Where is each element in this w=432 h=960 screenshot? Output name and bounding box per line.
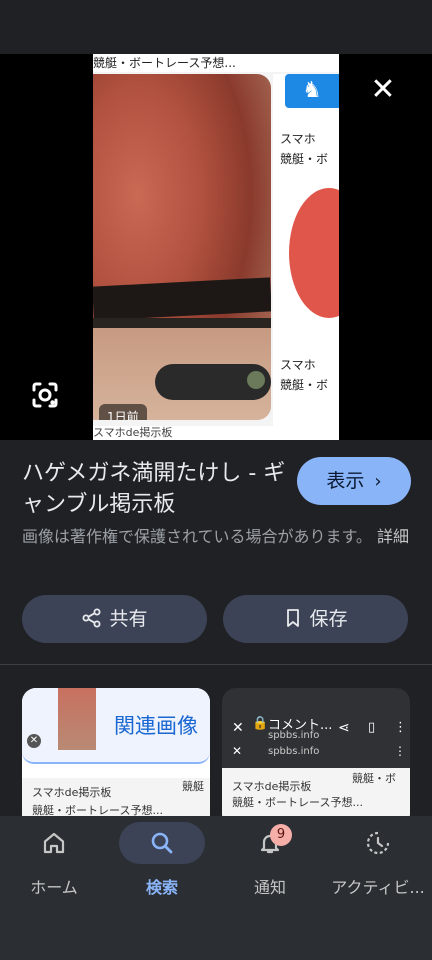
related-card-caption: スマホde掲示板	[232, 780, 312, 793]
close-icon[interactable]: ✕	[366, 74, 400, 108]
result-title[interactable]: ハゲメガネ満開たけし - ギャンブル掲示板	[22, 458, 292, 520]
nav-home[interactable]: ホーム	[0, 818, 108, 898]
time-chip: 1日前	[99, 404, 147, 420]
side-text: スマホ	[280, 132, 316, 146]
preview-photo: 1日前	[93, 74, 271, 420]
save-button[interactable]: 保存	[223, 595, 408, 643]
horse-icon: ♞	[285, 74, 339, 108]
nav-search-label: 検索	[145, 878, 178, 897]
show-button-label: 表示	[326, 470, 365, 492]
related-card-side: 競艇・ボ	[352, 772, 396, 785]
bookmark-icon	[287, 609, 300, 627]
share-label: 共有	[109, 608, 148, 630]
lock-icon: 🔒	[252, 716, 269, 731]
copyright-text: 画像は著作権で保護されている場合があります。	[22, 527, 372, 546]
related-card-caption: 競艇・ボートレース予想...	[232, 796, 363, 809]
show-button[interactable]: 表示 ›	[297, 457, 411, 505]
share-button[interactable]: 共有	[22, 595, 207, 643]
close-icon: ✕	[232, 744, 243, 758]
preview-footer-text: スマホde掲示板	[93, 426, 339, 440]
close-icon[interactable]: ✕	[27, 734, 41, 748]
related-card-side: 競艇	[182, 780, 204, 793]
status-bar-area	[0, 0, 432, 54]
related-card-banner: ✕ 関連画像	[22, 688, 210, 764]
preview-header-text: 競艇・ボートレース予想...	[93, 54, 339, 72]
activity-icon	[335, 822, 421, 864]
share-icon	[82, 608, 101, 628]
copyright-notice: 画像は著作権で保護されている場合があります。 詳細	[22, 524, 418, 550]
preview-shadow	[93, 277, 271, 321]
card-page-url: spbbs.info	[268, 730, 320, 741]
divider	[0, 664, 432, 665]
details-link[interactable]: 詳細	[377, 527, 409, 546]
more-icon: ⋮	[394, 744, 406, 758]
share-icon: ⋖	[338, 720, 350, 736]
related-card-caption: スマホde掲示板	[32, 786, 112, 799]
related-card[interactable]: ✕ 関連画像 スマホde掲示板 競艇・ボートレース予想... 競艇	[22, 688, 210, 828]
home-icon	[11, 822, 97, 864]
related-images-label: 関連画像	[114, 714, 198, 738]
related-card-thumb	[58, 688, 96, 750]
preview-device	[155, 364, 271, 400]
chevron-right-icon: ›	[374, 471, 382, 492]
related-card[interactable]: ✕ 🔒 コメント... spbbs.info ⋖ ▯ ⋮ ✕ spbbs.inf…	[222, 688, 410, 828]
nav-notifications-label: 通知	[253, 878, 286, 897]
more-icon: ⋮	[394, 720, 407, 735]
side-text: 競艇・ボ	[280, 152, 329, 166]
save-label: 保存	[309, 608, 348, 630]
notification-badge: 9	[270, 824, 292, 846]
bell-icon	[227, 822, 313, 864]
nav-search[interactable]: 検索	[108, 818, 216, 898]
side-text: 競艇・ボ	[280, 378, 329, 392]
preview-glasses	[93, 318, 271, 328]
nav-home-label: ホーム	[30, 878, 78, 897]
nav-activity-label: アクティビ...	[331, 878, 425, 897]
nav-activity[interactable]: アクティビ...	[324, 818, 432, 898]
close-icon: ✕	[232, 720, 244, 736]
preview-device-dot	[247, 371, 265, 389]
side-text: スマホ	[280, 358, 316, 372]
bookmark-icon: ▯	[368, 720, 376, 735]
lens-icon[interactable]	[28, 378, 62, 412]
image-viewer[interactable]: 競艇・ボートレース予想... 1日前 ♞ スマホ 競艇・ボ スマホ 競艇・ボ ス…	[0, 54, 432, 440]
card-page-url: spbbs.info	[268, 746, 320, 757]
preview-image: 競艇・ボートレース予想... 1日前 ♞ スマホ 競艇・ボ スマホ 競艇・ボ ス…	[93, 54, 339, 440]
search-icon	[119, 822, 205, 864]
